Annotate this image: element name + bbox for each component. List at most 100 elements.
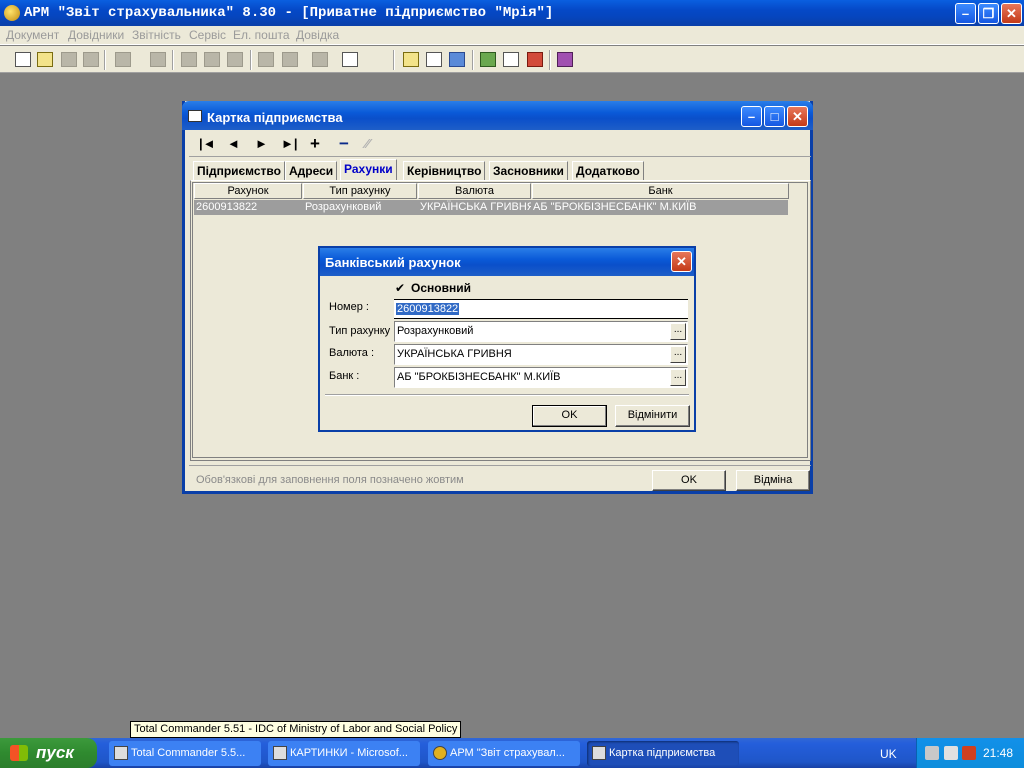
menu-directories[interactable]: Довідники <box>68 28 124 42</box>
close-button[interactable]: ✕ <box>1001 3 1022 24</box>
globe-icon[interactable] <box>480 52 496 67</box>
column-header-bank[interactable]: Банк <box>532 183 789 199</box>
card-statusbar: Обов'язкові для заповнення поля позначен… <box>189 465 811 491</box>
column-header-account-type[interactable]: Тип рахунку <box>303 183 417 199</box>
erase-icon[interactable] <box>181 52 197 67</box>
first-record-button[interactable]: |◄ <box>199 137 216 151</box>
dialog-ok-button[interactable]: OK <box>532 405 607 427</box>
refresh-icon[interactable] <box>204 52 220 67</box>
open-folder-icon[interactable] <box>37 52 53 67</box>
card-ok-button[interactable]: OK <box>652 470 726 491</box>
dialog-cancel-button[interactable]: Відмінити <box>615 405 690 427</box>
add-record-button[interactable]: + <box>310 135 320 152</box>
cell-account: 2600913822 <box>196 201 258 213</box>
tree-icon[interactable] <box>258 52 274 67</box>
windows-logo-icon <box>10 745 28 761</box>
dialog-title: Банківський рахунок <box>325 255 461 270</box>
minimize-button[interactable]: – <box>955 3 976 24</box>
currency-field[interactable]: УКРАЇНСЬКА ГРИВНЯ <box>394 344 688 365</box>
column-header-currency[interactable]: Валюта <box>418 183 531 199</box>
tab-enterprise[interactable]: Підприємство <box>193 161 285 180</box>
language-indicator[interactable]: UK <box>880 747 897 761</box>
account-type-browse-button[interactable]: ... <box>670 323 686 340</box>
column-header-account[interactable]: Рахунок <box>194 183 302 199</box>
cell-account-type: Розрахунковий <box>305 201 382 213</box>
antivirus-icon[interactable] <box>962 746 976 760</box>
main-account-checkbox[interactable]: ✔ <box>395 281 405 295</box>
display-icon[interactable] <box>944 746 958 760</box>
account-type-label: Тип рахунку <box>329 325 391 337</box>
start-label: пуск <box>36 743 74 762</box>
number-value: 2600913822 <box>396 303 460 315</box>
new-document-icon[interactable] <box>15 52 31 67</box>
table-icon[interactable] <box>503 52 519 67</box>
dialog-close-button[interactable]: ✕ <box>671 251 692 272</box>
desktop: АРМ "Звіт страхувальника" 8.30 - [Приват… <box>0 0 1024 768</box>
cell-currency: УКРАЇНСЬКА ГРИВНЯ <box>420 201 531 213</box>
toolbar-separator <box>472 50 474 70</box>
word-icon <box>273 746 287 760</box>
menu-service[interactable]: Сервіс <box>189 28 226 42</box>
tab-management[interactable]: Керівництво <box>403 161 486 180</box>
menu-help[interactable]: Довідка <box>296 28 339 42</box>
bank-account-dialog: Банківський рахунок ✕ ✔ Основний Номер :… <box>318 246 696 432</box>
dialog-titlebar: Банківський рахунок ✕ <box>320 248 694 276</box>
bank-field[interactable]: АБ "БРОКБІЗНЕСБАНК" М.КИЇВ <box>394 367 688 388</box>
sum-icon[interactable] <box>227 52 243 67</box>
taskbar-tooltip: Total Commander 5.51 - IDC of Ministry o… <box>130 721 462 738</box>
task-word-document[interactable]: КАРТИНКИ - Microsof... <box>268 741 420 766</box>
network-icon[interactable] <box>925 746 939 760</box>
list-icon[interactable] <box>115 52 131 67</box>
currency-label: Валюта : <box>329 347 375 359</box>
menu-reports[interactable]: Звітність <box>132 28 181 42</box>
task-company-card[interactable]: Картка підприємства <box>587 741 739 766</box>
tree-expand-icon[interactable] <box>282 52 298 67</box>
paste-icon[interactable] <box>426 52 442 67</box>
number-label: Номер : <box>329 301 369 313</box>
check-icon[interactable] <box>83 52 99 67</box>
card-tabs: Підприємство Адреси Рахунки Керівництво … <box>189 159 811 181</box>
column-icon[interactable] <box>312 52 328 67</box>
report-icon[interactable] <box>527 52 543 67</box>
prev-record-button[interactable]: ◄ <box>227 137 240 151</box>
card-maximize-button[interactable]: □ <box>764 106 785 127</box>
cube-icon[interactable] <box>449 52 465 67</box>
print-icon[interactable] <box>150 52 166 67</box>
last-record-button[interactable]: ►| <box>281 137 298 151</box>
restore-button[interactable]: ❐ <box>978 3 999 24</box>
tab-founders[interactable]: Засновники <box>489 161 568 180</box>
app-titlebar: АРМ "Звіт страхувальника" 8.30 - [Приват… <box>0 0 1024 26</box>
task-total-commander[interactable]: Total Commander 5.5... <box>109 741 261 766</box>
delete-record-button[interactable]: − <box>339 135 349 152</box>
task-label: Картка підприємства <box>609 747 716 759</box>
card-cancel-button[interactable]: Відміна <box>736 470 810 491</box>
taskbar: пуск Total Commander 5.5... КАРТИНКИ - M… <box>0 738 1024 768</box>
floppy-icon <box>114 746 128 760</box>
start-button[interactable]: пуск <box>0 738 97 768</box>
bank-browse-button[interactable]: ... <box>670 369 686 386</box>
company-card-title: Картка підприємства <box>207 110 343 125</box>
account-type-field[interactable]: Розрахунковий <box>394 321 688 342</box>
task-arm-app[interactable]: АРМ "Звіт страхувал... <box>428 741 580 766</box>
save-icon[interactable] <box>61 52 77 67</box>
number-field[interactable]: 2600913822 <box>394 299 688 319</box>
edit-record-button[interactable]: ⁄⁄ <box>365 137 369 151</box>
menu-email[interactable]: Ел. пошта <box>233 28 290 42</box>
book-icon[interactable] <box>557 52 573 67</box>
card-icon <box>592 746 606 760</box>
tab-additional[interactable]: Додатково <box>572 161 644 180</box>
copy-icon[interactable] <box>403 52 419 67</box>
tab-addresses[interactable]: Адреси <box>285 161 338 180</box>
tab-accounts[interactable]: Рахунки <box>340 159 397 180</box>
toolbar-separator <box>250 50 252 70</box>
card-minimize-button[interactable]: – <box>741 106 762 127</box>
clock: 21:48 <box>983 746 1014 760</box>
next-record-button[interactable]: ► <box>255 137 268 151</box>
currency-browse-button[interactable]: ... <box>670 346 686 363</box>
app-icon <box>4 5 20 21</box>
table-row[interactable]: 2600913822 Розрахунковий УКРАЇНСЬКА ГРИВ… <box>194 200 788 215</box>
card-close-button[interactable]: ✕ <box>787 106 808 127</box>
bank-label: Банк : <box>329 370 360 382</box>
menu-document[interactable]: Документ <box>6 28 59 42</box>
window-icon[interactable] <box>342 52 358 67</box>
